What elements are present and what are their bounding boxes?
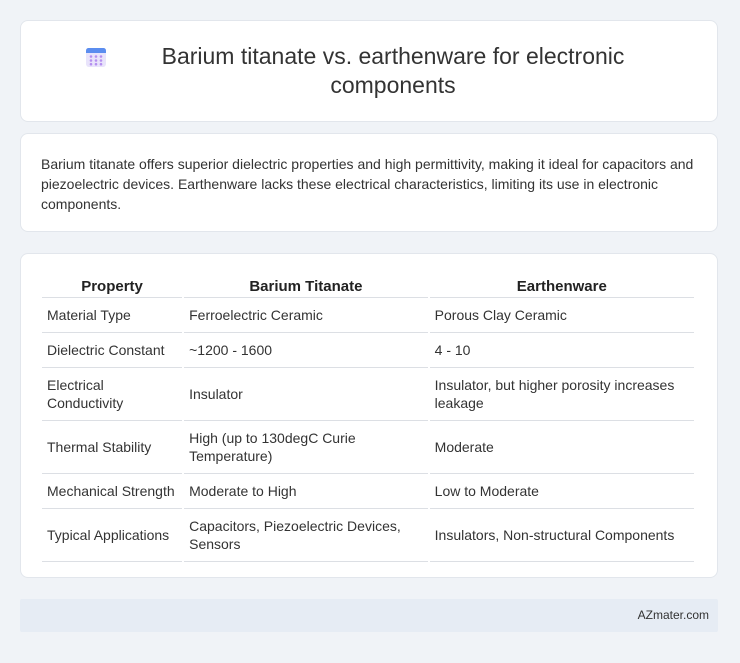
title-wrap: Barium titanate vs. earthenware for elec… — [85, 42, 653, 100]
property-cell: Electrical Conductivity — [42, 368, 183, 421]
table-row: Thermal Stability High (up to 130degC Cu… — [42, 421, 694, 474]
comparison-card: Property Barium Titanate Earthenware Mat… — [20, 253, 718, 578]
header-property: Property — [42, 272, 183, 298]
property-cell: Dielectric Constant — [42, 333, 183, 368]
footer-brand[interactable]: AZmater.com — [638, 608, 709, 622]
barium-titanate-cell: Ferroelectric Ceramic — [184, 298, 428, 333]
summary-text: Barium titanate offers superior dielectr… — [41, 156, 694, 212]
comparison-table: Property Barium Titanate Earthenware Mat… — [40, 272, 696, 562]
barium-titanate-cell: Moderate to High — [184, 474, 428, 509]
title-card: Barium titanate vs. earthenware for elec… — [20, 20, 718, 122]
earthenware-cell: Porous Clay Ceramic — [429, 298, 694, 333]
earthenware-cell: Insulator, but higher porosity increases… — [429, 368, 694, 421]
table-header-row: Property Barium Titanate Earthenware — [42, 272, 694, 298]
property-cell: Thermal Stability — [42, 421, 183, 474]
header-earthenware: Earthenware — [429, 272, 694, 298]
earthenware-cell: Moderate — [429, 421, 694, 474]
footer-bar: AZmater.com — [20, 599, 718, 632]
barium-titanate-cell: Insulator — [184, 368, 428, 421]
barium-titanate-cell: Capacitors, Piezoelectric Devices, Senso… — [184, 509, 428, 562]
calendar-icon — [86, 48, 106, 67]
header-barium-titanate: Barium Titanate — [184, 272, 428, 298]
property-cell: Material Type — [42, 298, 183, 333]
table-row: Typical Applications Capacitors, Piezoel… — [42, 509, 694, 562]
table-row: Dielectric Constant ~1200 - 1600 4 - 10 — [42, 333, 694, 368]
page-title: Barium titanate vs. earthenware for elec… — [161, 43, 625, 98]
table-row: Mechanical Strength Moderate to High Low… — [42, 474, 694, 509]
table-row: Electrical Conductivity Insulator Insula… — [42, 368, 694, 421]
earthenware-cell: 4 - 10 — [429, 333, 694, 368]
table-row: Material Type Ferroelectric Ceramic Poro… — [42, 298, 694, 333]
earthenware-cell: Low to Moderate — [429, 474, 694, 509]
barium-titanate-cell: High (up to 130degC Curie Temperature) — [184, 421, 428, 474]
property-cell: Typical Applications — [42, 509, 183, 562]
property-cell: Mechanical Strength — [42, 474, 183, 509]
summary-card: Barium titanate offers superior dielectr… — [20, 133, 718, 232]
barium-titanate-cell: ~1200 - 1600 — [184, 333, 428, 368]
earthenware-cell: Insulators, Non-structural Components — [429, 509, 694, 562]
